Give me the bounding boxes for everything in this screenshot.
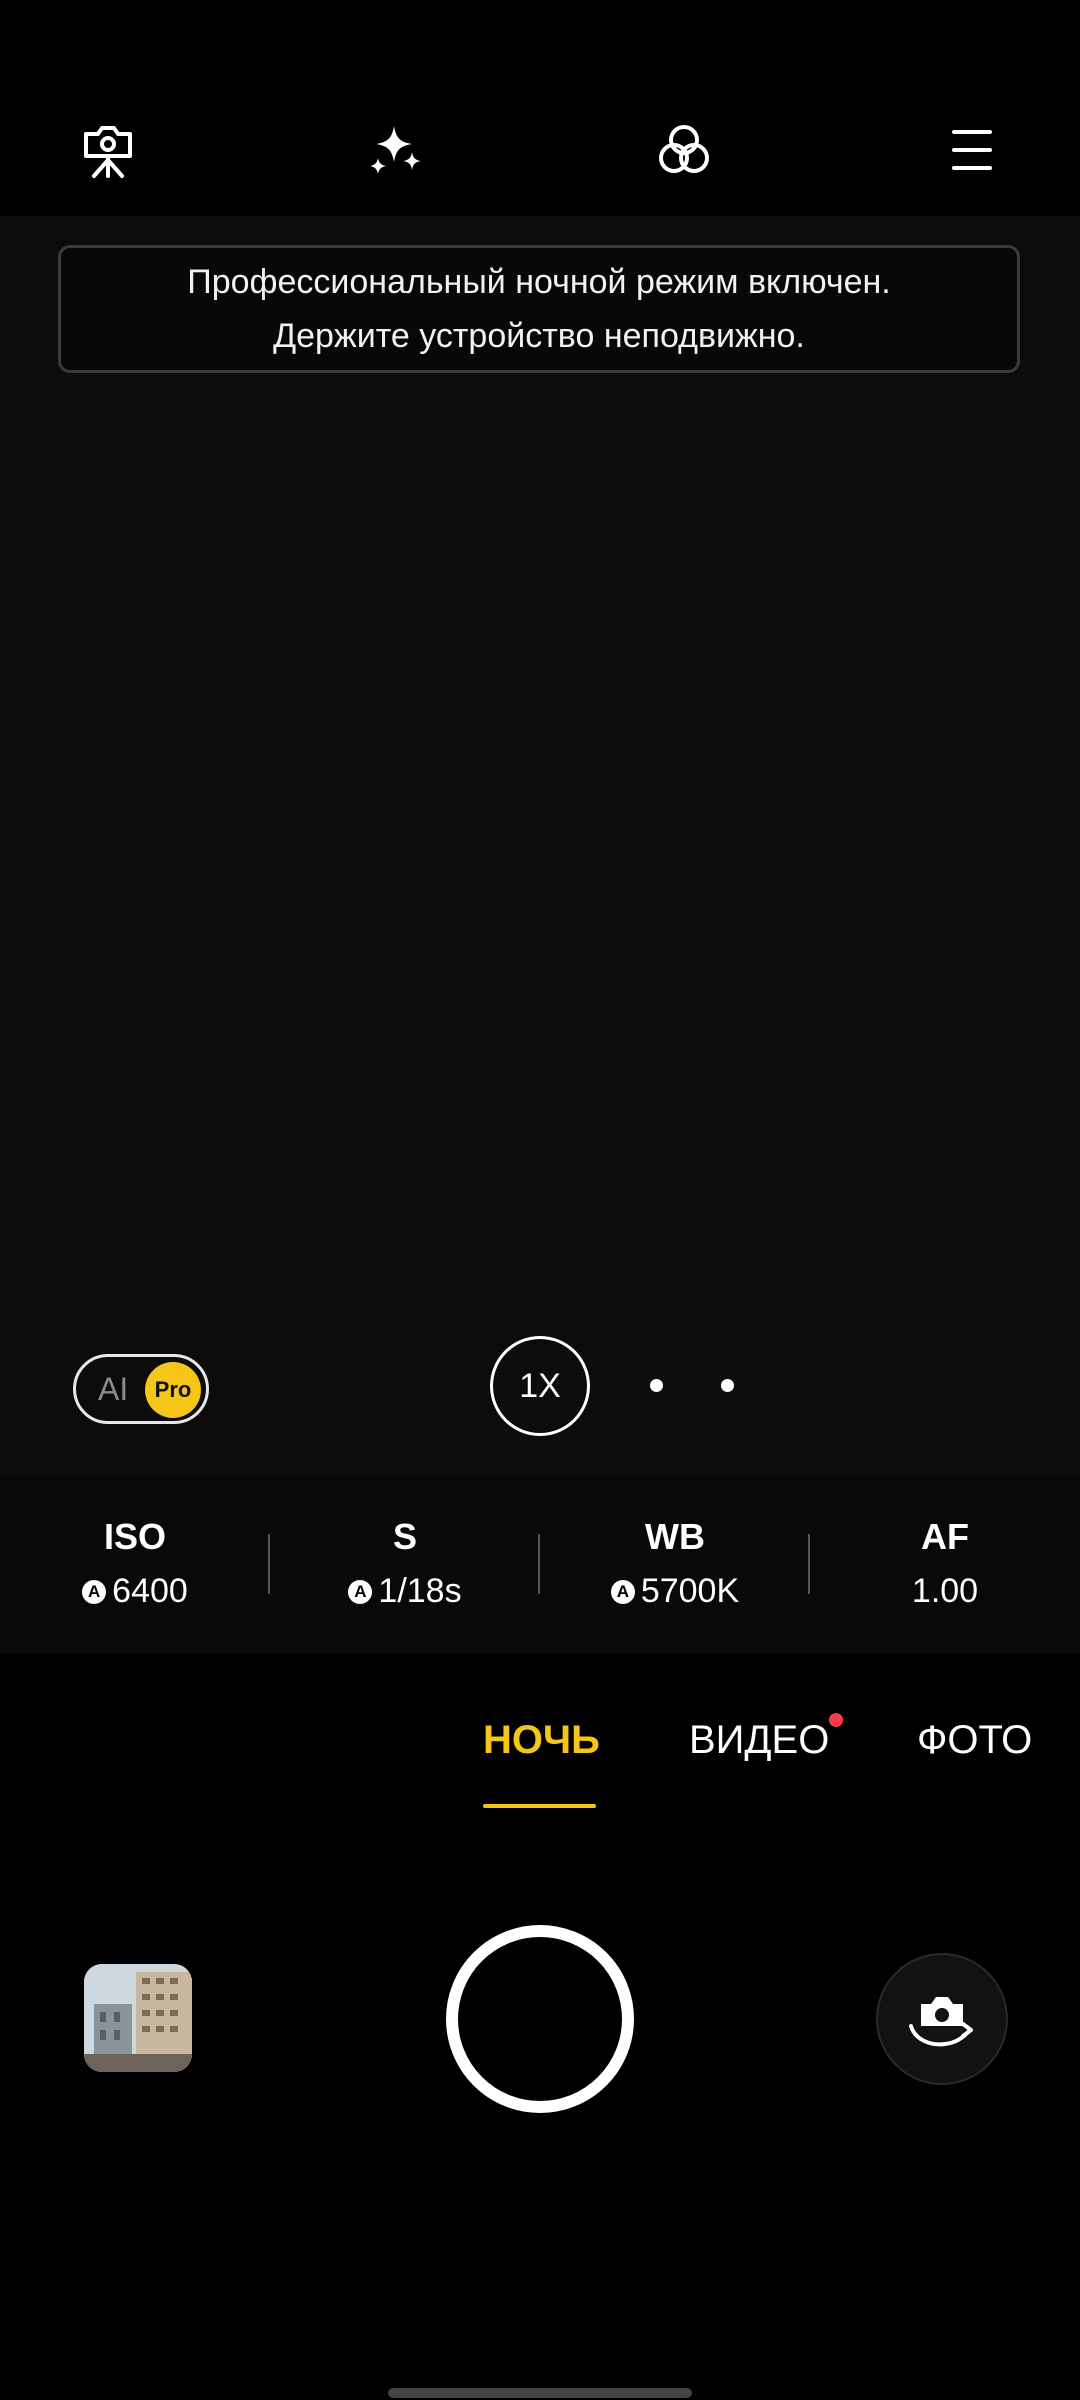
pro-knob: Pro (145, 1362, 201, 1418)
zoom-label: 1X (519, 1366, 561, 1405)
auto-icon: A (348, 1579, 373, 1604)
shutter-value-row: A 1/18s (270, 1572, 540, 1611)
auto-icon: A (610, 1579, 635, 1604)
shutter-speed-param[interactable]: S A 1/18s (270, 1474, 540, 1654)
af-value-row: 1.00 (810, 1572, 1080, 1611)
sparkle-effects-icon[interactable] (356, 110, 436, 190)
notice-line-2: Держите устройство неподвижно. (273, 317, 805, 355)
zoom-level-dot[interactable] (721, 1379, 734, 1392)
param-divider (538, 1534, 540, 1594)
autofocus-param[interactable]: AF 1.00 (810, 1474, 1080, 1654)
camera-tripod-icon[interactable] (68, 110, 148, 190)
white-balance-param[interactable]: WB A 5700K (540, 1474, 810, 1654)
ai-pro-toggle[interactable]: AI Pro (73, 1354, 209, 1424)
wb-value: 5700K (640, 1572, 740, 1610)
camera-app: Профессиональный ночной режим включен. Д… (0, 0, 1080, 2400)
iso-param[interactable]: ISO A 6400 (0, 1474, 270, 1654)
new-feature-dot (829, 1713, 843, 1727)
active-mode-indicator (483, 1804, 596, 1808)
mode-tab-photo[interactable]: ФОТО (917, 1718, 1032, 1763)
wb-value-row: A 5700K (540, 1572, 810, 1611)
switch-camera-icon (909, 1997, 973, 2047)
zoom-level-dot[interactable] (650, 1379, 663, 1392)
param-divider (808, 1534, 810, 1594)
auto-icon: A (82, 1579, 107, 1604)
color-filters-icon[interactable] (644, 110, 724, 190)
af-value: 1.00 (911, 1572, 979, 1610)
top-toolbar (0, 0, 1080, 216)
iso-label: ISO (103, 1516, 166, 1557)
ai-label: AI (98, 1371, 129, 1407)
gallery-thumbnail[interactable] (84, 1964, 192, 2072)
mode-tab-night[interactable]: НОЧЬ (483, 1718, 600, 1763)
shutter-value: 1/18s (378, 1572, 462, 1610)
switch-camera-button[interactable] (876, 1953, 1008, 2085)
viewfinder[interactable] (0, 216, 1080, 1474)
pro-parameters-bar: ISO A 6400 S A 1/18s WB A 5700K AF 1.00 (0, 1474, 1080, 1654)
home-indicator[interactable] (388, 2388, 692, 2398)
notice-line-1: Профессиональный ночной режим включен. (187, 263, 891, 301)
shutter-label: S (392, 1516, 417, 1557)
iso-value-row: A 6400 (0, 1572, 270, 1611)
wb-label: WB (645, 1516, 705, 1557)
iso-value: 6400 (112, 1572, 188, 1610)
zoom-1x-button[interactable]: 1X (490, 1336, 590, 1436)
menu-icon[interactable] (932, 110, 1012, 190)
mode-tab-video[interactable]: ВИДЕО (689, 1718, 829, 1763)
af-label: AF (921, 1516, 969, 1557)
shutter-button[interactable] (446, 1925, 634, 2113)
param-divider (268, 1534, 270, 1594)
night-mode-notice: Профессиональный ночной режим включен. Д… (58, 245, 1020, 373)
